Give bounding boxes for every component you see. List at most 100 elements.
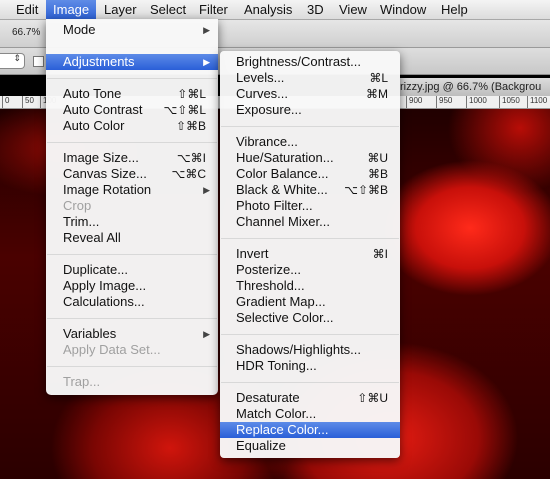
menu-item-apply-data-set: Apply Data Set... — [46, 342, 218, 358]
menu-item-shortcut: ⌘U — [367, 151, 388, 165]
menu-edit[interactable]: Edit — [9, 0, 45, 19]
menu-item-shortcut: ⌥⇧⌘L — [163, 103, 206, 117]
menu-item-label: Desaturate — [236, 390, 300, 405]
menu-item-shortcut: ⌘M — [366, 87, 388, 101]
menu-item-gradient-map[interactable]: Gradient Map... — [220, 294, 400, 310]
menu-item-desaturate[interactable]: Desaturate ⇧⌘U — [220, 390, 400, 406]
menu-item-crop: Crop — [46, 198, 218, 214]
menu-item-shortcut: ⇧⌘U — [357, 391, 388, 405]
menu-item-apply-image[interactable]: Apply Image... — [46, 278, 218, 294]
menu-item-brightness-contrast[interactable]: Brightness/Contrast... — [220, 54, 400, 70]
menu-item-label: Image Size... — [63, 150, 139, 165]
menu-item-shortcut: ⇧⌘L — [177, 87, 206, 101]
ruler-tick: 50 — [22, 96, 34, 108]
menu-item-match-color[interactable]: Match Color... — [220, 406, 400, 422]
ruler-tick: 950 — [436, 96, 452, 108]
menu-filter[interactable]: Filter — [192, 0, 235, 19]
menu-separator — [47, 142, 217, 143]
menu-image[interactable]: Image — [46, 0, 97, 19]
menu-item-label: Auto Color — [63, 118, 125, 133]
menu-item-image-size[interactable]: Image Size... ⌥⌘I — [46, 150, 218, 166]
menu-item-adjustments[interactable]: Adjustments ▶ — [46, 54, 218, 70]
menu-item-selective-color[interactable]: Selective Color... — [220, 310, 400, 326]
menu-item-label: Black & White... — [236, 182, 328, 197]
menu-item-trim[interactable]: Trim... — [46, 214, 218, 230]
menu-item-label: Gradient Map... — [236, 294, 326, 309]
menu-item-label: Canvas Size... — [63, 166, 147, 181]
menu-item-vibrance[interactable]: Vibrance... — [220, 134, 400, 150]
menu-separator — [221, 334, 399, 335]
menu-item-label: Posterize... — [236, 262, 302, 277]
menu-item-exposure[interactable]: Exposure... — [220, 102, 400, 118]
menu-item-label: Channel Mixer... — [236, 214, 330, 229]
menu-item-levels[interactable]: Levels... ⌘L — [220, 70, 400, 86]
menu-separator — [47, 78, 217, 79]
menu-item-reveal-all[interactable]: Reveal All — [46, 230, 218, 246]
menu-item-auto-color[interactable]: Auto Color ⇧⌘B — [46, 118, 218, 134]
menu-item-canvas-size[interactable]: Canvas Size... ⌥⌘C — [46, 166, 218, 182]
menu-item-auto-tone[interactable]: Auto Tone ⇧⌘L — [46, 86, 218, 102]
menu-item-label: Apply Image... — [63, 278, 147, 293]
menu-item-shortcut: ⌘L — [369, 71, 388, 85]
menu-item-label: Shadows/Highlights... — [236, 342, 362, 357]
menu-item-black-white[interactable]: Black & White... ⌥⇧⌘B — [220, 182, 400, 198]
menu-item-posterize[interactable]: Posterize... — [220, 262, 400, 278]
menu-item-duplicate[interactable]: Duplicate... — [46, 262, 218, 278]
ruler-tick: 900 — [406, 96, 422, 108]
menu-item-image-rotation[interactable]: Image Rotation ▶ — [46, 182, 218, 198]
menu-item-variables[interactable]: Variables ▶ — [46, 326, 218, 342]
menu-item-label: Reveal All — [63, 230, 121, 245]
menu-item-label: Adjustments — [63, 54, 135, 69]
menu-item-threshold[interactable]: Threshold... — [220, 278, 400, 294]
ruler-tick: 1000 — [466, 96, 487, 108]
menu-item-equalize[interactable]: Equalize — [220, 438, 400, 454]
menu-help[interactable]: Help — [434, 0, 475, 19]
menu-item-trap: Trap... — [46, 374, 218, 390]
menu-item-label: Exposure... — [236, 102, 302, 117]
menu-window[interactable]: Window — [373, 0, 433, 19]
checkbox[interactable] — [33, 56, 44, 67]
menu-item-photo-filter[interactable]: Photo Filter... — [220, 198, 400, 214]
submenu-arrow-icon: ▶ — [203, 25, 210, 35]
menu-item-label: Invert — [236, 246, 269, 261]
menu-item-mode[interactable]: Mode ▶ — [46, 22, 218, 38]
zoom-level[interactable]: 66.7% — [12, 27, 40, 38]
menu-item-shortcut: ⇧⌘B — [175, 119, 206, 133]
menu-item-label: Auto Contrast — [63, 102, 143, 117]
menu-item-color-balance[interactable]: Color Balance... ⌘B — [220, 166, 400, 182]
menu-item-shadows-highlights[interactable]: Shadows/Highlights... — [220, 342, 400, 358]
menu-3d[interactable]: 3D — [300, 0, 331, 19]
menu-view[interactable]: View — [332, 0, 374, 19]
menu-item-label: Image Rotation — [63, 182, 152, 197]
menu-item-label: Match Color... — [236, 406, 317, 421]
menu-item-label: Auto Tone — [63, 86, 122, 101]
menu-item-curves[interactable]: Curves... ⌘M — [220, 86, 400, 102]
dropdown-select[interactable]: ⇕ — [0, 53, 25, 69]
menu-item-invert[interactable]: Invert ⌘I — [220, 246, 400, 262]
menu-item-auto-contrast[interactable]: Auto Contrast ⌥⇧⌘L — [46, 102, 218, 118]
menu-item-label: Crop — [63, 198, 92, 213]
menu-layer[interactable]: Layer — [97, 0, 144, 19]
menu-item-channel-mixer[interactable]: Channel Mixer... — [220, 214, 400, 230]
menu-item-label: Levels... — [236, 70, 285, 85]
menu-analysis[interactable]: Analysis — [237, 0, 299, 19]
menu-item-label: Selective Color... — [236, 310, 334, 325]
submenu-arrow-icon: ▶ — [203, 329, 210, 339]
menu-select[interactable]: Select — [143, 0, 193, 19]
ruler-tick: 1100 — [527, 96, 547, 108]
menu-separator — [221, 238, 399, 239]
document-tab-title[interactable]: rizzy.jpg @ 66.7% (Backgrou — [400, 78, 550, 96]
menu-item-calculations[interactable]: Calculations... — [46, 294, 218, 310]
chevron-updown-icon: ⇕ — [13, 53, 21, 63]
menu-item-label: Hue/Saturation... — [236, 150, 334, 165]
ruler-tick: 0 — [2, 96, 9, 108]
menu-item-label: Trim... — [63, 214, 100, 229]
menu-item-label: Variables — [63, 326, 117, 341]
menu-separator — [47, 254, 217, 255]
menu-item-replace-color[interactable]: Replace Color... — [220, 422, 400, 438]
menu-item-label: Replace Color... — [236, 422, 329, 437]
menu-item-hdr-toning[interactable]: HDR Toning... — [220, 358, 400, 374]
menu-item-shortcut: ⌥⇧⌘B — [344, 183, 388, 197]
menu-item-shortcut: ⌘I — [372, 247, 388, 261]
menu-item-hue-saturation[interactable]: Hue/Saturation... ⌘U — [220, 150, 400, 166]
